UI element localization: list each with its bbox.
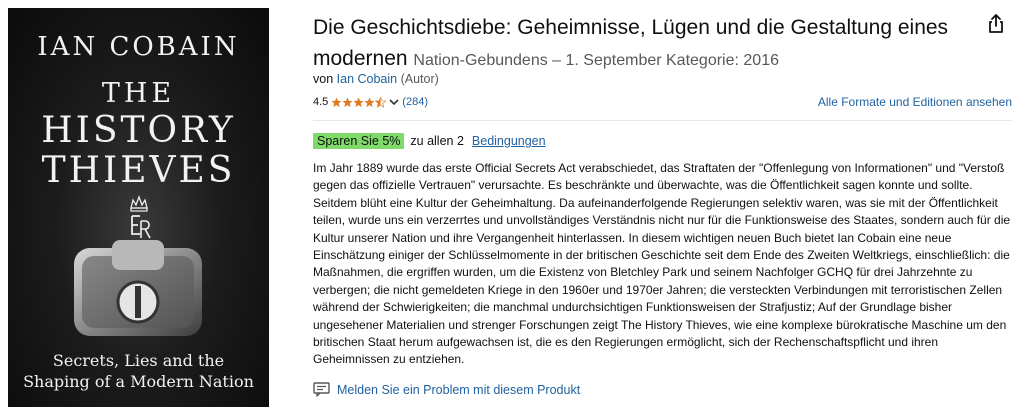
report-problem-text[interactable]: Melden Sie ein Problem mit diesem Produk…	[337, 383, 580, 397]
rating-summary[interactable]: 4.5 (284)	[313, 96, 428, 108]
book-cover-image[interactable]: IAN COBAIN THE HISTORY THIEVES Secrets, …	[8, 8, 269, 407]
cover-subtitle: Secrets, Lies and the Shaping of a Moder…	[8, 350, 269, 392]
cover-subtitle-line1: Secrets, Lies and the	[52, 351, 225, 370]
all-formats-link[interactable]: Alle Formate und Editionen ansehen	[818, 95, 1012, 109]
report-problem-link[interactable]: Melden Sie ein Problem mit diesem Produk…	[313, 382, 580, 397]
feedback-icon	[313, 382, 330, 397]
byline-prefix: von	[313, 72, 334, 86]
star-half-icon	[375, 96, 387, 108]
royal-cypher-icon	[130, 195, 151, 239]
star-full-icon	[353, 96, 364, 107]
cover-title-line3: THIEVES	[41, 150, 236, 191]
product-description: Im Jahr 1889 wurde das erste Official Se…	[313, 161, 1011, 367]
bag-clasp-illustration	[74, 240, 202, 336]
cover-title-line1: THE	[101, 78, 176, 109]
cover-author: IAN COBAIN	[37, 32, 240, 62]
rating-value: 4.5	[313, 96, 329, 108]
promo-text: zu allen 2	[410, 134, 464, 148]
chevron-down-icon[interactable]	[389, 98, 399, 106]
savings-badge: Sparen Sie 5%	[313, 133, 405, 149]
divider	[313, 120, 1012, 121]
product-binding: Nation-Gebundens – 1. September Kategori…	[413, 52, 779, 69]
star-rating-icon[interactable]	[331, 96, 387, 108]
share-icon[interactable]	[984, 12, 1008, 36]
promo-row: Sparen Sie 5% zu allen 2 Bedingungen	[313, 133, 546, 149]
author-link[interactable]: Ian Cobain	[337, 72, 397, 86]
rating-count-link[interactable]: (284)	[402, 96, 428, 108]
cover-title-line2: HISTORY	[41, 110, 236, 151]
byline: von Ian Cobain (Autor)	[313, 72, 439, 86]
star-full-icon	[331, 96, 342, 107]
product-title: Die Geschichtsdiebe: Geheimnisse, Lügen …	[313, 12, 968, 76]
terms-link[interactable]: Bedingungen	[472, 134, 546, 148]
cover-subtitle-line2: Shaping of a Modern Nation	[23, 372, 254, 391]
author-role: (Autor)	[400, 72, 439, 86]
star-full-icon	[342, 96, 353, 107]
star-full-icon	[364, 96, 375, 107]
